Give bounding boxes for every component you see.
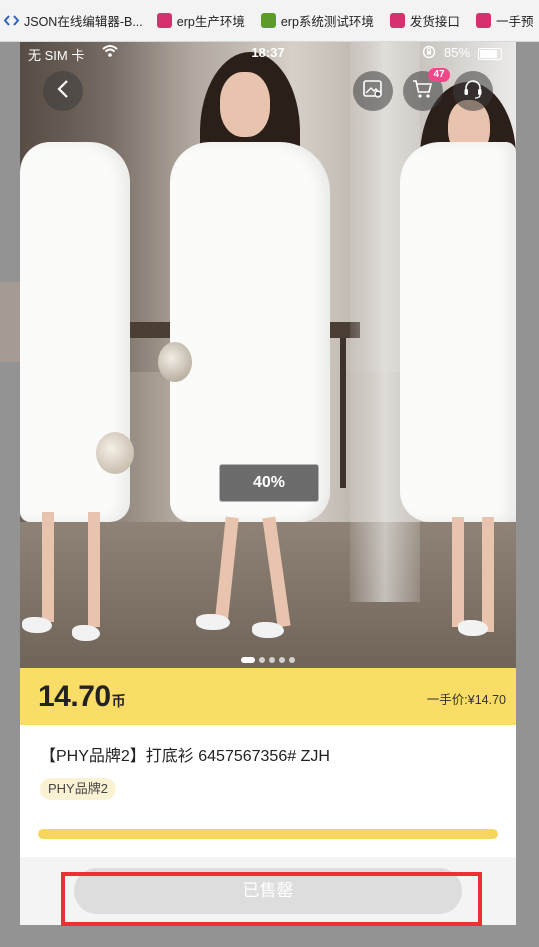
photo-table-leg <box>340 338 346 488</box>
model-left-leg <box>42 512 54 622</box>
model-right-shoe <box>458 620 488 636</box>
bookmark-shipping-api[interactable]: 发货接口 <box>389 11 460 30</box>
phone-screen: 无 SIM 卡 18:37 85% 47 40% 14.70币 一手价:¥14.… <box>20 42 516 925</box>
backdrop-strip <box>0 282 20 362</box>
price-unit: 币 <box>111 693 126 709</box>
price: 14.70币 <box>38 680 126 714</box>
bookmark-erp-test[interactable]: erp系统测试环境 <box>260 11 374 30</box>
back-button[interactable] <box>43 71 83 111</box>
cart-icon <box>412 79 434 104</box>
rotation-lock-icon <box>422 45 436 62</box>
bookmark-label: 发货接口 <box>409 15 460 29</box>
app-icon <box>156 13 172 28</box>
model-right-dress <box>400 142 516 522</box>
leaf-icon <box>260 13 276 28</box>
stock-progress-bar <box>38 829 498 839</box>
original-price: 一手价:¥14.70 <box>426 693 506 707</box>
bookmarks-bar: JSON在线编辑器-B... erp生产环境 erp系统测试环境 发货接口 一手… <box>0 0 539 42</box>
model-center-shoe <box>196 614 230 630</box>
image-icon <box>362 79 384 104</box>
gallery-dot[interactable] <box>259 657 265 663</box>
app-icon <box>475 13 491 28</box>
cart-count-badge: 47 <box>428 68 450 82</box>
code-icon <box>3 13 20 28</box>
clock: 18:37 <box>251 45 285 60</box>
model-center-face <box>220 72 270 137</box>
bookmark-first-hand[interactable]: 一手预 <box>475 11 534 30</box>
model-right-leg <box>452 517 464 627</box>
status-bar: 无 SIM 卡 18:37 85% <box>20 42 516 64</box>
gallery-dot[interactable] <box>269 657 275 663</box>
battery-icon <box>478 48 502 60</box>
gallery-dot[interactable] <box>241 657 255 663</box>
bookmark-label: 一手预 <box>495 15 534 29</box>
app-icon <box>389 13 405 28</box>
model-left-shoe <box>72 625 100 641</box>
gallery-dot[interactable] <box>289 657 295 663</box>
bag <box>158 342 192 382</box>
product-title: 【PHY品牌2】打底衫 6457567356# ZJH <box>40 748 330 765</box>
highlight-box <box>61 872 482 926</box>
stock-progress-fill <box>38 829 498 839</box>
model-left-leg <box>88 512 100 627</box>
price-bar: 14.70币 一手价:¥14.70 <box>20 668 516 725</box>
battery-percent: 85% <box>444 45 471 60</box>
bag <box>96 432 134 474</box>
product-photo[interactable] <box>20 42 516 668</box>
gallery-pagination <box>20 657 516 663</box>
price-value: 14.70 <box>38 680 111 713</box>
brand-tag[interactable]: PHY品牌2 <box>40 778 116 800</box>
customer-service-button[interactable] <box>453 71 493 111</box>
model-right-leg <box>482 517 494 632</box>
bookmark-json-editor[interactable]: JSON在线编辑器-B... <box>3 11 143 30</box>
headset-icon <box>462 78 484 105</box>
model-center-shoe <box>252 622 284 638</box>
bookmark-erp-prod[interactable]: erp生产环境 <box>156 11 245 30</box>
bookmark-label: erp系统测试环境 <box>280 15 374 29</box>
chevron-left-icon <box>56 79 70 104</box>
bookmark-label: erp生产环境 <box>176 15 245 29</box>
image-loading-progress: 40% <box>219 464 319 502</box>
gallery-dot[interactable] <box>279 657 285 663</box>
model-left-shoe <box>22 617 52 633</box>
image-search-button[interactable] <box>353 71 393 111</box>
bookmark-label: JSON在线编辑器-B... <box>24 15 143 29</box>
